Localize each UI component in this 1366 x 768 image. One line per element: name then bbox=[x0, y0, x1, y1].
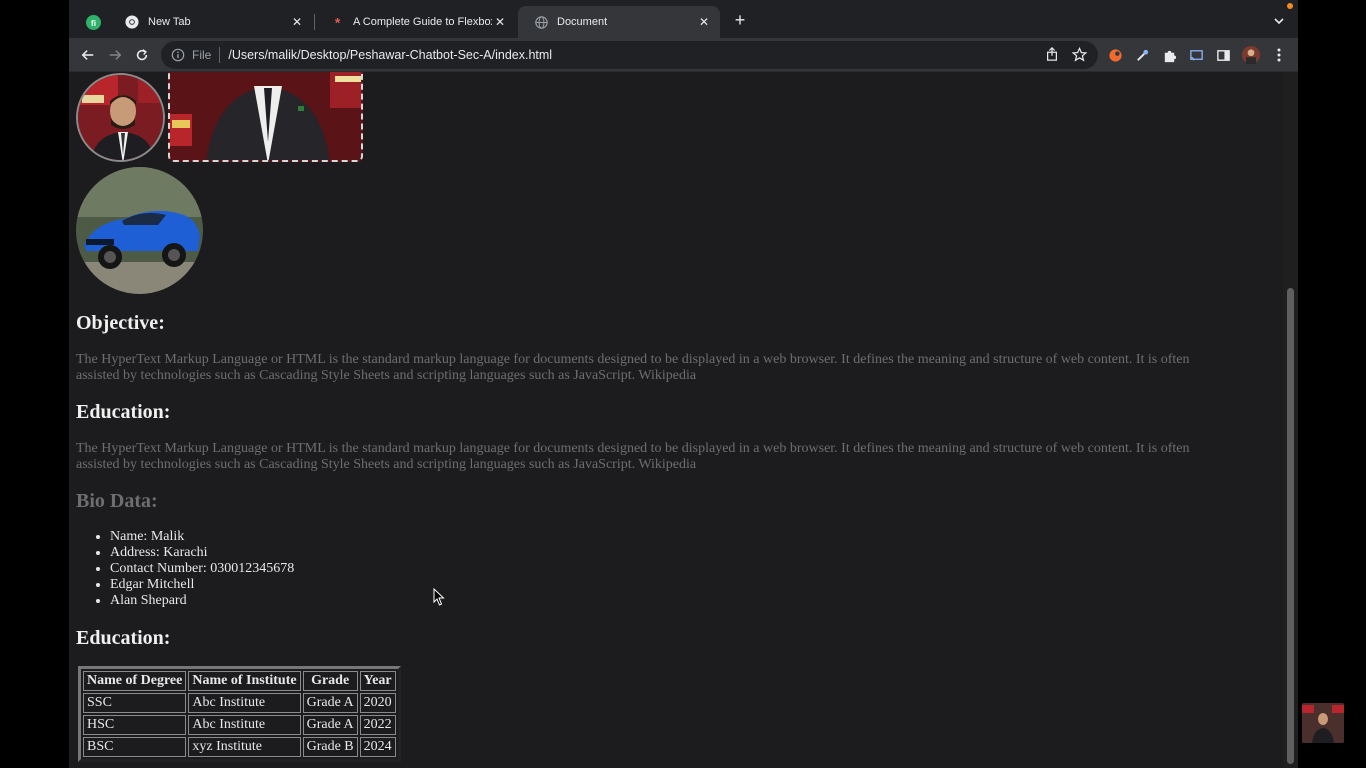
education-paragraph: The HyperText Markup Language or HTML is… bbox=[76, 441, 1190, 472]
scrollbar-thumb[interactable] bbox=[1287, 288, 1294, 764]
table-row: HSC Abc Institute Grade A 2022 bbox=[83, 715, 396, 735]
recording-indicator bbox=[1287, 3, 1293, 9]
cast-icon[interactable] bbox=[1187, 46, 1205, 64]
svg-text:fi: fi bbox=[90, 17, 95, 27]
list-item: Address: Karachi bbox=[110, 545, 294, 561]
info-icon[interactable] bbox=[171, 48, 185, 62]
address-bar[interactable]: File /Users/malik/Desktop/Peshawar-Chatb… bbox=[161, 41, 1098, 69]
scheme-label: File bbox=[192, 48, 212, 62]
profile-avatar-icon[interactable] bbox=[1242, 46, 1260, 64]
tab-strip: fi New Tab ✕ * A Complete Guide to Flexb… bbox=[69, 0, 1298, 38]
list-item: Edgar Mitchell bbox=[110, 577, 294, 593]
globe-icon bbox=[533, 14, 549, 30]
url-text[interactable]: /Users/malik/Desktop/Peshawar-Chatbot-Se… bbox=[228, 48, 552, 62]
table-cell: HSC bbox=[83, 715, 187, 735]
table-cell: Grade B bbox=[302, 737, 358, 757]
mouse-cursor-icon bbox=[433, 587, 445, 606]
back-icon[interactable] bbox=[79, 46, 97, 64]
bookmark-star-icon[interactable] bbox=[1071, 46, 1088, 63]
education-table: Name of Degree Name of Institute Grade Y… bbox=[78, 666, 401, 762]
tab-title: A Complete Guide to Flexbox | bbox=[353, 16, 492, 28]
side-panel-icon[interactable] bbox=[1214, 46, 1232, 64]
profile-photo-round bbox=[76, 73, 165, 162]
tab-title: Document bbox=[557, 16, 608, 28]
css-tricks-icon: * bbox=[329, 14, 345, 30]
table-row: BSC xyz Institute Grade B 2024 bbox=[83, 737, 396, 757]
table-cell: 2024 bbox=[359, 737, 396, 757]
eyedropper-icon[interactable] bbox=[1133, 46, 1151, 64]
toolbar: File /Users/malik/Desktop/Peshawar-Chatb… bbox=[69, 38, 1298, 72]
close-icon[interactable]: ✕ bbox=[696, 14, 712, 30]
reload-icon[interactable] bbox=[133, 46, 151, 64]
svg-text:*: * bbox=[334, 16, 340, 29]
table-cell: SSC bbox=[83, 693, 187, 713]
table-cell: Abc Institute bbox=[188, 693, 301, 713]
tab-document[interactable]: Document ✕ bbox=[518, 6, 720, 38]
table-cell: Abc Institute bbox=[188, 715, 301, 735]
pinned-tab[interactable]: fi bbox=[69, 6, 109, 38]
chrome-icon bbox=[124, 14, 140, 30]
table-row: SSC Abc Institute Grade A 2020 bbox=[83, 693, 396, 713]
share-icon[interactable] bbox=[1045, 47, 1061, 63]
table-cell: xyz Institute bbox=[188, 737, 301, 757]
bio-data-heading: Bio Data: bbox=[76, 490, 158, 512]
table-cell: BSC bbox=[83, 737, 187, 757]
new-tab-icon[interactable]: + bbox=[732, 11, 748, 29]
close-icon[interactable]: ✕ bbox=[492, 14, 508, 30]
table-cell: 2020 bbox=[359, 693, 396, 713]
table-cell: 2022 bbox=[359, 715, 396, 735]
bio-data-list: Name: Malik Address: Karachi Contact Num… bbox=[110, 529, 294, 609]
profile-photo-dashed bbox=[168, 72, 363, 162]
omnibox-divider bbox=[219, 47, 221, 63]
page-viewport: Objective: The HyperText Markup Language… bbox=[69, 72, 1298, 768]
pinned-app-icon: fi bbox=[85, 14, 101, 30]
education-table-heading: Education: bbox=[76, 627, 171, 649]
table-header-row: Name of Degree Name of Institute Grade Y… bbox=[83, 671, 396, 691]
tab-title: New Tab bbox=[148, 16, 191, 28]
webcam-overlay bbox=[1302, 703, 1344, 743]
objective-heading: Objective: bbox=[76, 312, 165, 334]
kebab-menu-icon[interactable] bbox=[1270, 46, 1288, 64]
close-icon[interactable]: ✕ bbox=[289, 14, 305, 30]
education-heading: Education: bbox=[76, 401, 171, 423]
chevron-down-icon[interactable] bbox=[1271, 13, 1287, 29]
column-header: Grade bbox=[302, 671, 358, 691]
forward-icon[interactable] bbox=[106, 46, 124, 64]
vertical-scrollbar[interactable] bbox=[1283, 72, 1298, 768]
car-photo-round bbox=[76, 167, 203, 294]
column-header: Name of Institute bbox=[188, 671, 301, 691]
objective-paragraph: The HyperText Markup Language or HTML is… bbox=[76, 352, 1190, 383]
tab-new-tab[interactable]: New Tab ✕ bbox=[109, 6, 313, 38]
puzzle-icon[interactable] bbox=[1160, 46, 1178, 64]
column-header: Year bbox=[359, 671, 396, 691]
list-item: Alan Shepard bbox=[110, 593, 294, 609]
table-cell: Grade A bbox=[302, 693, 358, 713]
list-item: Contact Number: 030012345678 bbox=[110, 561, 294, 577]
tab-flexbox-guide[interactable]: * A Complete Guide to Flexbox | ✕ bbox=[314, 6, 516, 38]
browser-window: fi New Tab ✕ * A Complete Guide to Flexb… bbox=[69, 0, 1298, 768]
extension-icon[interactable] bbox=[1106, 46, 1124, 64]
column-header: Name of Degree bbox=[83, 671, 187, 691]
list-item: Name: Malik bbox=[110, 529, 294, 545]
table-cell: Grade A bbox=[302, 715, 358, 735]
